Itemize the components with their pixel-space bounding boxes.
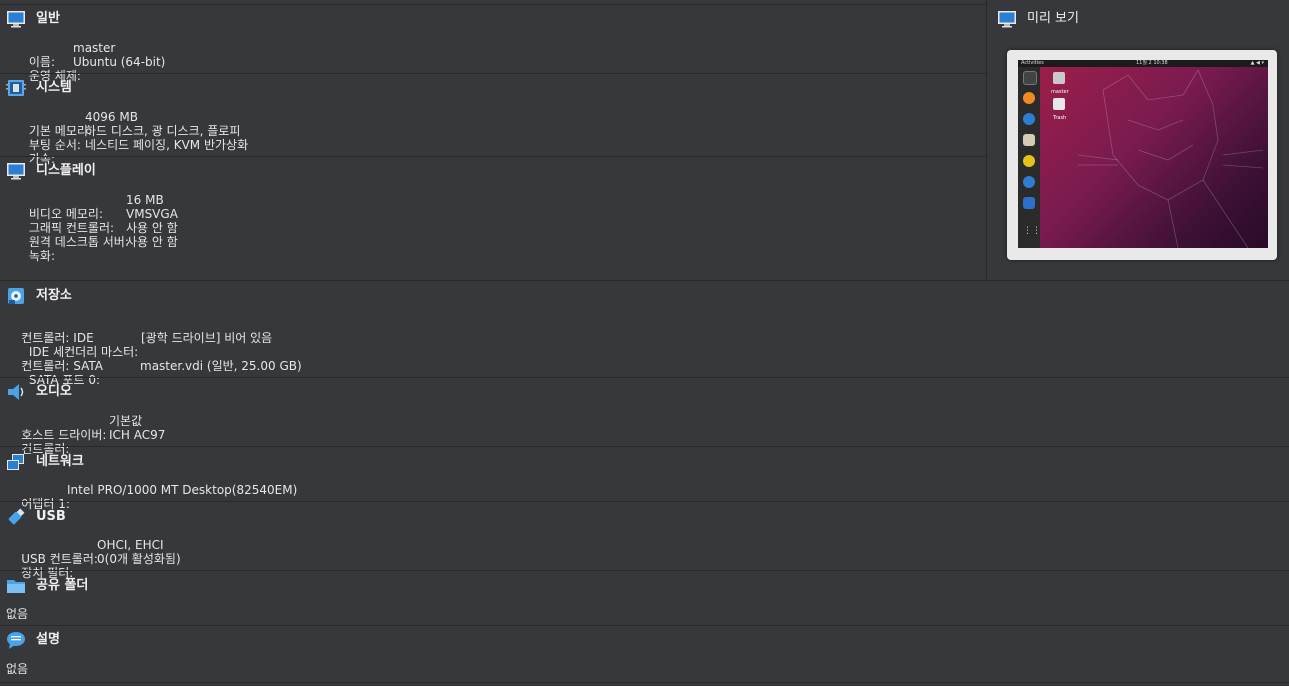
chip-icon	[6, 78, 26, 98]
section-network-header[interactable]: 네트워크	[6, 452, 84, 472]
section-usb-header[interactable]: USB	[6, 507, 66, 527]
section-general-header[interactable]: 일반	[6, 9, 60, 29]
trash-icon	[1053, 98, 1065, 110]
folder-icon	[6, 576, 26, 596]
row-value: Ubuntu (64-bit)	[73, 55, 166, 69]
monitor-icon	[6, 9, 26, 29]
monitor-icon	[997, 9, 1017, 29]
section-title: 미리 보기	[1027, 11, 1079, 26]
home-folder-label: master	[1051, 89, 1069, 95]
section-audio-header[interactable]: 오디오	[6, 382, 72, 402]
row-value: ICH AC97	[109, 428, 166, 442]
guest-activities-label: Activities	[1021, 60, 1044, 66]
guest-topbar: Activities 11월 2 10:38 ▲ ◀ ▾	[1018, 60, 1268, 67]
section-network: 네트워크 어댑터 1: Intel PRO/1000 MT Desktop(82…	[0, 446, 1289, 511]
row-value: 네스티드 페이징, KVM 반가상화	[85, 138, 249, 152]
description-text: 없음	[6, 662, 29, 676]
terminal-icon	[1023, 71, 1037, 85]
home-folder-icon	[1053, 72, 1065, 84]
writer-icon	[1023, 197, 1035, 209]
row-value: 기본값	[109, 414, 143, 428]
section-title: 네트워크	[36, 454, 84, 469]
section-title: 시스템	[36, 80, 72, 95]
section-audio: 오디오 호스트 드라이버: 기본값 컨트롤러: ICH AC97	[0, 377, 1289, 456]
section-system-header[interactable]: 시스템	[6, 78, 72, 98]
section-title: 저장소	[36, 288, 72, 303]
files-icon	[1023, 134, 1035, 146]
section-preview-header[interactable]: 미리 보기	[997, 9, 1079, 29]
section-description-header[interactable]: 설명	[6, 630, 60, 650]
section-title: 일반	[36, 11, 60, 26]
firefox-icon	[1023, 92, 1035, 104]
section-display-header[interactable]: 디스플레이	[6, 161, 96, 181]
section-display: 디스플레이 비디오 메모리: 16 MB 그래픽 컨트롤러: VMSVGA 원격…	[0, 156, 986, 281]
row-value: 0(0개 활성화됨)	[97, 552, 181, 566]
shared-folders-text: 없음	[6, 607, 29, 621]
section-preview: 미리 보기 Activities 11월 2 10:38 ▲ ◀ ▾ ⋮⋮ ma…	[987, 0, 1289, 280]
section-shared-header[interactable]: 공유 폴더	[6, 576, 88, 596]
rhythmbox-icon	[1023, 155, 1035, 167]
details-left-column: 일반 이름: master 운영 체제: Ubuntu (64-bit) 시스템…	[0, 0, 987, 280]
row-value: OHCI, EHCI	[97, 538, 164, 552]
row-value: 사용 안 함	[126, 235, 178, 249]
thunderbird-icon	[1023, 113, 1035, 125]
help-icon	[1023, 176, 1035, 188]
row-value: 16 MB	[126, 193, 164, 207]
section-title: USB	[36, 509, 66, 524]
section-title: 공유 폴더	[36, 578, 89, 593]
section-storage-header[interactable]: 저장소	[6, 286, 72, 306]
row-value[interactable]: [광학 드라이브] 비어 있음	[141, 331, 272, 345]
network-icon	[6, 452, 26, 472]
section-title: 오디오	[36, 384, 72, 399]
section-description: 설명 없음	[0, 625, 1289, 683]
section-general: 일반 이름: master 운영 체제: Ubuntu (64-bit)	[0, 4, 986, 83]
vm-preview-frame[interactable]: Activities 11월 2 10:38 ▲ ◀ ▾ ⋮⋮ master T…	[1007, 50, 1277, 260]
row-value: VMSVGA	[126, 207, 178, 221]
section-title: 설명	[36, 632, 60, 647]
guest-dock: ⋮⋮	[1018, 67, 1041, 248]
section-shared-folders: 공유 폴더 없음	[0, 570, 1289, 626]
section-system: 시스템 기본 메모리: 4096 MB 부팅 순서: 하드 디스크, 광 디스크…	[0, 73, 986, 166]
row-value: Intel PRO/1000 MT Desktop(82540EM)	[67, 483, 298, 497]
row-value[interactable]: master.vdi (일반, 25.00 GB)	[140, 359, 302, 373]
row-value: 4096 MB	[85, 110, 138, 124]
row-key: 녹화:	[28, 249, 56, 263]
section-usb: USB USB 컨트롤러: OHCI, EHCI 장치 필터: 0(0개 활성화…	[0, 501, 1289, 580]
row-value: 하드 디스크, 광 디스크, 플로피	[85, 124, 241, 138]
monitor-icon	[6, 161, 26, 181]
guest-tray-icons: ▲ ◀ ▾	[1250, 60, 1264, 66]
usb-icon	[6, 507, 26, 527]
section-storage: 저장소 컨트롤러: IDE IDE 세컨더리 마스터: [광학 드라이브] 비어…	[0, 280, 1289, 387]
disk-icon	[6, 286, 26, 306]
speech-bubble-icon	[6, 630, 26, 650]
speaker-icon	[6, 382, 26, 402]
row-value: 사용 안 함	[126, 221, 178, 235]
app-grid-icon: ⋮⋮	[1023, 226, 1041, 236]
row-value: master	[73, 41, 116, 55]
trash-label: Trash	[1053, 115, 1067, 121]
section-title: 디스플레이	[36, 163, 96, 178]
guest-clock: 11월 2 10:38	[1136, 60, 1168, 66]
vm-preview-screen: Activities 11월 2 10:38 ▲ ◀ ▾ ⋮⋮ master T…	[1018, 60, 1268, 248]
